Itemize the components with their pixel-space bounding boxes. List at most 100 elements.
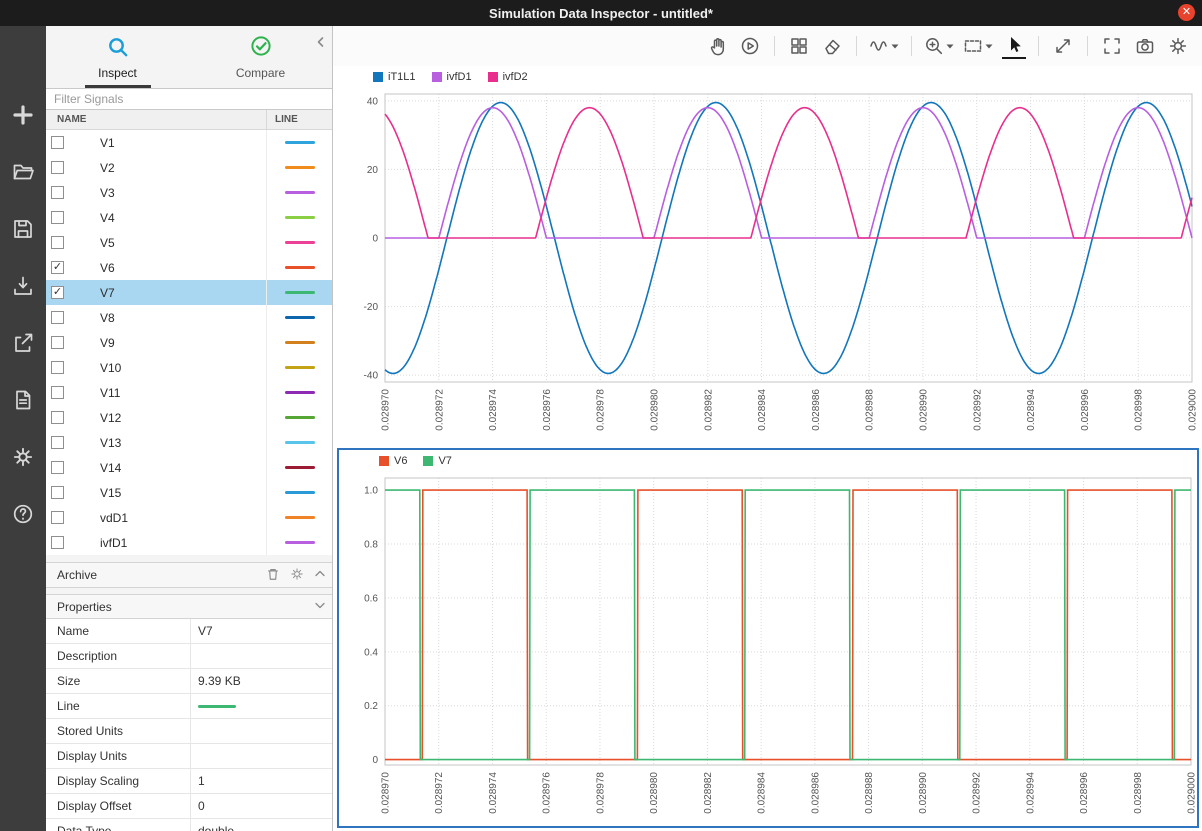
signal-checkbox[interactable] [51, 436, 64, 449]
titlebar: Simulation Data Inspector - untitled* ✕ [0, 0, 1202, 26]
signal-line-swatch [266, 380, 332, 405]
signal-checkbox[interactable] [51, 536, 64, 549]
x-tick-label: 0.028972 [434, 389, 445, 431]
signal-trace-icon[interactable] [869, 33, 899, 59]
x-tick-label: 0.028978 [596, 389, 607, 431]
import-icon[interactable] [10, 273, 36, 299]
signal-checkbox[interactable] [51, 136, 64, 149]
create-report-icon[interactable] [10, 387, 36, 413]
region-select-icon[interactable] [963, 33, 993, 59]
signal-row-V6[interactable]: ✓V6 [46, 255, 332, 280]
tab-compare[interactable]: Compare [189, 26, 332, 88]
signal-line-swatch [266, 255, 332, 280]
y-tick-label: 0.8 [364, 540, 378, 551]
signal-row-ivfD1[interactable]: ivfD1 [46, 530, 332, 555]
subplot-1-legend: iT1L1 ivfD1 ivfD2 [333, 66, 1202, 88]
signal-checkbox[interactable] [51, 236, 64, 249]
clear-plot-eraser-icon[interactable] [820, 33, 844, 59]
toolbar-separator [911, 36, 912, 56]
archive-section-bar[interactable]: Archive [46, 562, 332, 588]
signal-name: V11 [100, 386, 266, 400]
fit-to-view-icon[interactable] [1100, 33, 1124, 59]
close-icon[interactable]: ✕ [1178, 4, 1195, 21]
cursor-arrow-icon[interactable] [1002, 33, 1026, 59]
filter-signals-input[interactable] [46, 88, 332, 110]
signal-checkbox[interactable] [51, 311, 64, 324]
series-V6[interactable] [385, 490, 1191, 759]
signal-row-V3[interactable]: V3 [46, 180, 332, 205]
open-folder-icon[interactable] [10, 159, 36, 185]
signal-checkbox[interactable] [51, 411, 64, 424]
signal-checkbox[interactable]: ✓ [51, 261, 64, 274]
signal-checkbox[interactable] [51, 461, 64, 474]
pan-hand-icon[interactable] [705, 33, 729, 59]
signal-line-swatch [266, 480, 332, 505]
subplot-2-selected[interactable]: V6 V7 0.0289700.0289720.0289740.0289760.0… [337, 448, 1199, 828]
signal-checkbox[interactable]: ✓ [51, 286, 64, 299]
zoom-icon[interactable] [924, 33, 954, 59]
signal-row-V8[interactable]: V8 [46, 305, 332, 330]
sidebar: Inspect Compare NAME LINE V1V2V3V4V5✓V6✓… [46, 26, 333, 831]
signal-checkbox[interactable] [51, 186, 64, 199]
signal-row-V14[interactable]: V14 [46, 455, 332, 480]
property-row-display-offset: Display Offset0 [46, 794, 332, 819]
signal-checkbox[interactable] [51, 511, 64, 524]
collapse-sidebar-icon[interactable] [315, 35, 326, 53]
legend-item-V7[interactable]: V7 [423, 455, 451, 467]
legend-item-ivfD2[interactable]: ivfD2 [488, 71, 528, 83]
legend-swatch [488, 72, 498, 82]
x-tick-label: 0.028994 [1026, 389, 1037, 431]
signal-row-V7[interactable]: ✓V7 [46, 280, 332, 305]
settings-gear-icon[interactable] [1166, 33, 1190, 59]
signal-checkbox[interactable] [51, 161, 64, 174]
signal-checkbox[interactable] [51, 486, 64, 499]
signal-row-V13[interactable]: V13 [46, 430, 332, 455]
y-tick-label: 0.4 [364, 647, 378, 658]
signal-row-vdD1[interactable]: vdD1 [46, 505, 332, 530]
snapshot-camera-icon[interactable] [1133, 33, 1157, 59]
signal-checkbox[interactable] [51, 211, 64, 224]
signal-row-V1[interactable]: V1 [46, 130, 332, 155]
legend-item-iT1L1[interactable]: iT1L1 [373, 71, 416, 83]
archive-gear-icon[interactable] [290, 567, 304, 584]
signal-row-V15[interactable]: V15 [46, 480, 332, 505]
expand-icon[interactable] [1051, 33, 1075, 59]
signal-line-swatch [266, 280, 332, 305]
properties-section-bar[interactable]: Properties [46, 594, 332, 619]
subplot-layout-icon[interactable] [787, 33, 811, 59]
signal-checkbox[interactable] [51, 336, 64, 349]
preferences-gear-icon[interactable] [10, 444, 36, 470]
signal-row-V4[interactable]: V4 [46, 205, 332, 230]
series-ivfD1[interactable] [385, 108, 1192, 238]
signal-row-V9[interactable]: V9 [46, 330, 332, 355]
help-icon[interactable] [10, 501, 36, 527]
chevron-up-icon[interactable] [314, 568, 326, 582]
subplot-1[interactable]: iT1L1ivfD1ivfD2 0.0289700.0289720.028974… [333, 66, 1202, 446]
export-icon[interactable] [10, 330, 36, 356]
legend-item-V6[interactable]: V6 [379, 455, 407, 467]
signal-checkbox[interactable] [51, 386, 64, 399]
signal-row-V2[interactable]: V2 [46, 155, 332, 180]
toolbar-separator [774, 36, 775, 56]
replay-icon[interactable] [738, 33, 762, 59]
signal-row-V5[interactable]: V5 [46, 230, 332, 255]
subplot-2-chart: 0.0289700.0289720.0289740.0289760.028978… [339, 472, 1197, 826]
signal-line-swatch [266, 455, 332, 480]
chevron-down-icon[interactable] [314, 600, 326, 614]
signal-row-V11[interactable]: V11 [46, 380, 332, 405]
signal-row-V12[interactable]: V12 [46, 405, 332, 430]
trash-icon[interactable] [266, 567, 280, 584]
signal-row-V10[interactable]: V10 [46, 355, 332, 380]
save-icon[interactable] [10, 216, 36, 242]
y-tick-label: 0 [372, 755, 378, 766]
signal-checkbox[interactable] [51, 361, 64, 374]
x-tick-label: 0.028984 [757, 772, 768, 814]
tab-compare-label: Compare [236, 66, 285, 80]
add-icon[interactable] [10, 102, 36, 128]
series-V7[interactable] [385, 490, 1191, 759]
signal-name: V1 [100, 136, 266, 150]
legend-item-ivfD1[interactable]: ivfD1 [432, 71, 472, 83]
properties-label: Properties [57, 600, 112, 614]
tab-inspect[interactable]: Inspect [46, 26, 189, 88]
series-ivfD2[interactable] [385, 108, 1192, 238]
